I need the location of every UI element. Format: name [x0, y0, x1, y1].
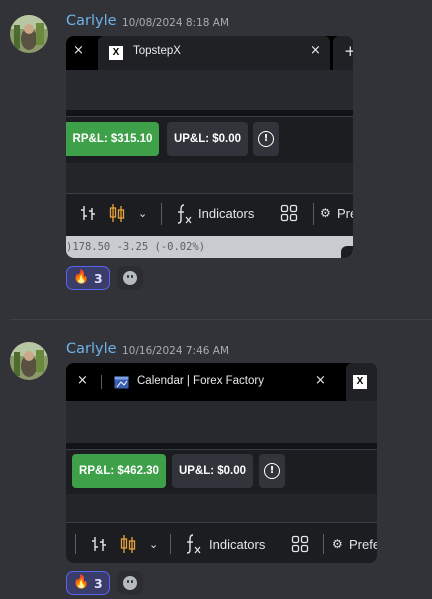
bar-style-icon[interactable]	[90, 535, 108, 553]
preferences-button[interactable]: Prefe	[349, 537, 377, 552]
chart-area-top	[66, 163, 353, 193]
toolbar-separator	[170, 534, 171, 554]
price-quote: )178.50 -3.25 (-0.02%)	[66, 241, 206, 253]
chevron-down-icon[interactable]: ⌄	[149, 538, 158, 551]
fire-icon: 🔥	[73, 575, 90, 590]
chevron-down-icon[interactable]: ⌄	[138, 207, 147, 220]
avatar[interactable]	[10, 342, 48, 380]
add-reaction-button[interactable]	[117, 571, 143, 595]
fire-reaction[interactable]: 🔥 3	[66, 266, 110, 290]
author-name[interactable]: Carlyle	[66, 341, 117, 357]
reaction-count: 3	[94, 271, 103, 286]
candles-icon[interactable]	[109, 203, 125, 223]
unrealized-pnl-badge[interactable]: UP&L: $0.00	[167, 122, 248, 156]
close-icon[interactable]: ×	[73, 43, 84, 58]
browser-tab-topstepx[interactable]: X	[346, 363, 377, 401]
close-icon[interactable]: ×	[77, 373, 88, 388]
browser-tab-topstepx[interactable]: X TopstepX ×	[98, 36, 330, 70]
author-name[interactable]: Carlyle	[66, 13, 117, 29]
screenshot-attachment[interactable]: × X TopstepX × + RP&L: $315.10 UP&L: $0.…	[66, 36, 353, 258]
chart-area-top	[66, 494, 377, 522]
fire-icon: 🔥	[73, 270, 90, 285]
toolbar-separator	[75, 534, 76, 554]
browser-tab-calendar[interactable]: Calendar | Forex Factory ×	[104, 363, 342, 401]
preferences-button[interactable]: Pre	[337, 206, 353, 221]
smile-icon	[123, 576, 137, 590]
plus-icon: +	[344, 42, 353, 60]
message-timestamp: 10/08/2024 8:18 AM	[122, 17, 230, 29]
bar-style-icon[interactable]	[79, 204, 97, 222]
topstepx-favicon-icon: X	[353, 375, 367, 389]
message-divider	[10, 319, 432, 320]
layout-grid-icon[interactable]	[291, 535, 309, 553]
toolbar-separator	[161, 203, 162, 225]
tab-title: Calendar | Forex Factory	[137, 375, 264, 387]
fire-reaction[interactable]: 🔥 3	[66, 571, 110, 595]
function-icon[interactable]	[183, 533, 203, 555]
indicators-button[interactable]: Indicators	[209, 537, 265, 552]
browser-tabstrip: × Calendar | Forex Factory × X	[66, 363, 377, 401]
chart-corner	[341, 246, 353, 258]
add-reaction-button[interactable]	[117, 266, 143, 290]
topstepx-favicon-icon: X	[109, 46, 123, 60]
address-bar-area	[66, 70, 353, 110]
tab-separator	[101, 375, 102, 389]
indicators-button[interactable]: Indicators	[198, 206, 254, 221]
close-tab-icon[interactable]: ×	[315, 373, 326, 388]
gear-icon[interactable]: ⚙	[332, 537, 343, 551]
browser-tabstrip: × X TopstepX × +	[66, 36, 353, 70]
alert-button[interactable]: !	[259, 454, 285, 488]
toolbar-separator	[313, 203, 314, 225]
reaction-count: 3	[94, 576, 103, 591]
toolbar-separator	[323, 534, 324, 554]
message-1: Carlyle 10/08/2024 8:18 AM × X TopstepX …	[0, 0, 432, 300]
message-2: Carlyle 10/16/2024 7:46 AM × Calendar | …	[0, 330, 432, 599]
function-icon[interactable]	[174, 203, 194, 225]
alert-button[interactable]: !	[253, 122, 279, 156]
calendar-favicon-icon	[114, 376, 129, 389]
avatar[interactable]	[10, 15, 48, 53]
gear-icon[interactable]: ⚙	[320, 206, 331, 220]
address-bar-area	[66, 401, 377, 443]
realized-pnl-badge[interactable]: RP&L: $462.30	[72, 454, 166, 488]
alert-icon: !	[258, 131, 274, 147]
new-tab-button[interactable]: +	[333, 36, 353, 70]
tab-title: TopstepX	[133, 45, 181, 57]
candles-icon[interactable]	[120, 534, 136, 554]
price-quote-bar: )178.50 -3.25 (-0.02%)	[66, 236, 353, 258]
screenshot-attachment[interactable]: × Calendar | Forex Factory × X RP&L: $46…	[66, 363, 377, 563]
alert-icon: !	[264, 463, 280, 479]
message-timestamp: 10/16/2024 7:46 AM	[122, 345, 230, 357]
realized-pnl-badge[interactable]: RP&L: $315.10	[66, 122, 159, 156]
close-tab-icon[interactable]: ×	[310, 43, 321, 58]
unrealized-pnl-badge[interactable]: UP&L: $0.00	[172, 454, 253, 488]
smile-icon	[123, 271, 137, 285]
layout-grid-icon[interactable]	[280, 204, 298, 222]
